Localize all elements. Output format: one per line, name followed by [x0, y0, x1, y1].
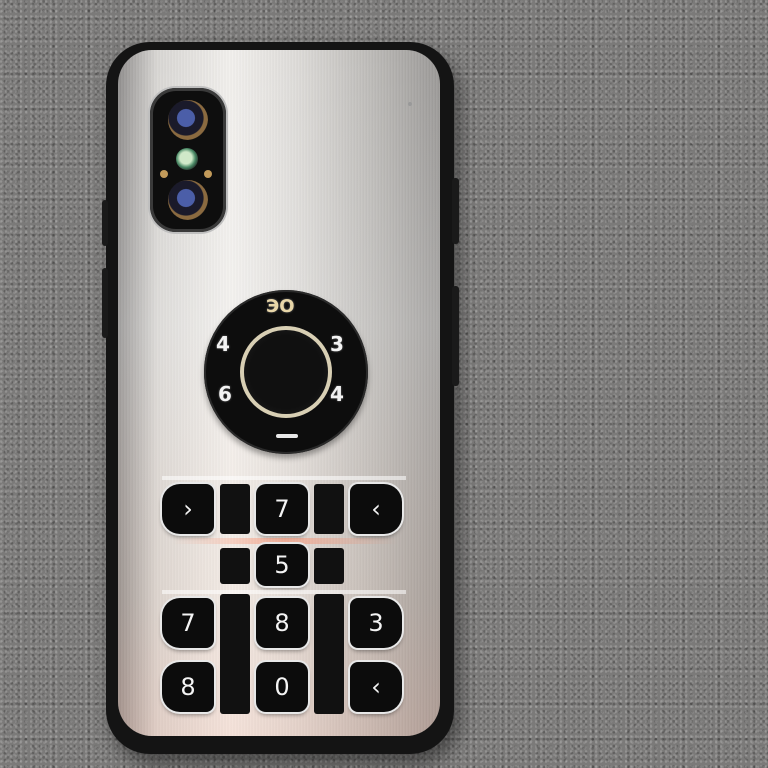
- side-button-lower: [452, 286, 459, 386]
- key-row3-center: 8: [256, 598, 308, 648]
- microphone-dot: [160, 170, 168, 178]
- keypad-band: [162, 476, 406, 480]
- key-row4-right: ‹: [350, 662, 402, 712]
- key-row1-center: 7: [256, 484, 308, 534]
- key-row3-right: 3: [350, 598, 402, 648]
- photo-scene: ЭО 4 3 6 4 › 7 ‹ 5 7 8 3 8 0 ‹: [0, 0, 768, 768]
- camera-module: [150, 88, 226, 232]
- mute-switch: [102, 200, 108, 246]
- dial-label-top-right: 3: [330, 332, 344, 356]
- dial-label-top-left: 4: [216, 332, 230, 356]
- sensor-dot: [204, 170, 212, 178]
- flash-icon: [176, 148, 198, 170]
- rotary-dial: ЭО 4 3 6 4: [204, 290, 368, 454]
- camera-lens-icon: [168, 100, 208, 140]
- volume-button: [102, 268, 108, 338]
- keypad-strip: [314, 484, 344, 534]
- key-row2-center: 5: [256, 544, 308, 586]
- keypad: › 7 ‹ 5 7 8 3 8 0 ‹: [162, 472, 406, 722]
- dial-label-bottom-left: 6: [218, 382, 232, 406]
- side-button-upper: [452, 178, 459, 244]
- key-row1-left: ›: [162, 484, 214, 534]
- dial-label-top: ЭО: [266, 296, 295, 317]
- key-row4-left: 8: [162, 662, 214, 712]
- key-row1-right: ‹: [350, 484, 402, 534]
- camera-lens-icon: [168, 180, 208, 220]
- key-row3-left: 7: [162, 598, 214, 648]
- keypad-strip: [314, 594, 344, 714]
- phone: ЭО 4 3 6 4 › 7 ‹ 5 7 8 3 8 0 ‹: [102, 42, 459, 754]
- keypad-strip: [220, 594, 250, 714]
- keypad-strip: [220, 548, 250, 584]
- dial-center-button: [244, 330, 328, 414]
- keypad-strip: [314, 548, 344, 584]
- key-row4-center: 0: [256, 662, 308, 712]
- dial-label-bottom-right: 4: [330, 382, 344, 406]
- phone-back-panel: ЭО 4 3 6 4 › 7 ‹ 5 7 8 3 8 0 ‹: [118, 50, 440, 736]
- keypad-strip: [220, 484, 250, 534]
- decorative-dot: [408, 102, 412, 106]
- keypad-band: [162, 590, 406, 594]
- dial-notch: [276, 434, 298, 438]
